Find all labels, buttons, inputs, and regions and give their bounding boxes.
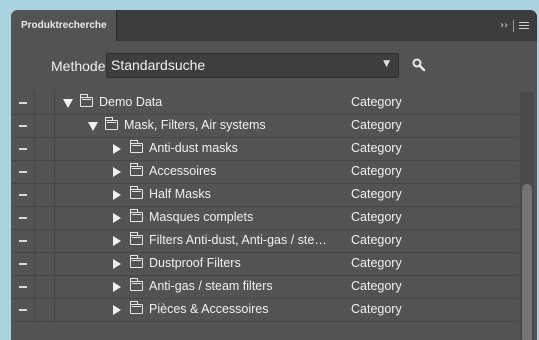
tree-row-type: Category [351, 164, 402, 178]
collapsed-triangle-icon[interactable] [113, 144, 121, 154]
row-remove-toggle[interactable] [11, 161, 35, 183]
tree-row[interactable]: Accessoires Category [11, 161, 518, 184]
dropdown-arrow-icon: ▼ [383, 59, 390, 69]
collapsed-triangle-icon[interactable] [113, 190, 121, 200]
expanded-triangle-icon[interactable] [88, 122, 98, 131]
row-remove-toggle[interactable] [11, 92, 35, 114]
row-remove-toggle[interactable] [11, 276, 35, 298]
collapsed-triangle-icon[interactable] [113, 167, 121, 177]
tree-row-type: Category [351, 141, 402, 155]
tree-row-type: Category [351, 233, 402, 247]
collapsed-triangle-icon[interactable] [113, 236, 121, 246]
folder-icon [130, 140, 143, 153]
expanded-triangle-icon[interactable] [63, 99, 73, 108]
panel-tab-bar: Produktrecherche ›› [11, 10, 537, 41]
row-checkbox-cell[interactable] [35, 253, 55, 275]
method-label: Methode [51, 58, 106, 74]
row-checkbox-cell[interactable] [35, 184, 55, 206]
folder-icon [130, 163, 143, 176]
tree-row[interactable]: Demo Data Category [11, 92, 518, 115]
hamburger-menu-icon[interactable] [519, 22, 529, 29]
row-checkbox-cell[interactable] [35, 276, 55, 298]
row-checkbox-cell[interactable] [35, 92, 55, 114]
tree-row-name: Anti-gas / steam filters [149, 279, 273, 293]
collapsed-triangle-icon[interactable] [113, 282, 121, 292]
tree-row-name: Demo Data [99, 95, 163, 109]
tree-row-type: Category [351, 302, 402, 316]
tree-row-name: Accessoires [149, 164, 217, 178]
vertical-scrollbar[interactable] [520, 92, 534, 340]
row-remove-toggle[interactable] [11, 184, 35, 206]
method-selected-value: Standardsuche [111, 57, 206, 73]
folder-icon [130, 209, 143, 222]
tree-row-type: Category [351, 210, 402, 224]
tree-row[interactable]: Masques complets Category [11, 207, 518, 230]
row-checkbox-cell[interactable] [35, 207, 55, 229]
tab-produktrecherche[interactable]: Produktrecherche [11, 10, 117, 41]
tree-row-name: Filters Anti-dust, Anti-gas / ste… [149, 233, 327, 247]
row-remove-toggle[interactable] [11, 253, 35, 275]
folder-icon [130, 186, 143, 199]
row-remove-toggle[interactable] [11, 115, 35, 137]
tree-row[interactable]: Pièces & Accessoires Category [11, 299, 518, 322]
category-tree: Demo Data Category Mask, Filters, Air syst… [11, 92, 518, 322]
folder-icon [105, 117, 118, 130]
tree-row[interactable]: Mask, Filters, Air systems Category [11, 115, 518, 138]
method-dropdown[interactable]: Standardsuche ▼ [106, 53, 399, 78]
folder-icon [80, 94, 93, 107]
product-search-panel: Produktrecherche ›› Methode Standardsuch… [11, 10, 537, 340]
folder-icon [130, 278, 143, 291]
panel-controls: ›› [500, 10, 529, 41]
row-checkbox-cell[interactable] [35, 230, 55, 252]
folder-icon [130, 232, 143, 245]
tree-row-name: Anti-dust masks [149, 141, 238, 155]
tree-row-type: Category [351, 118, 402, 132]
tree-row-name: Pièces & Accessoires [149, 302, 269, 316]
tree-row-name: Dustproof Filters [149, 256, 241, 270]
row-remove-toggle[interactable] [11, 138, 35, 160]
collapsed-triangle-icon[interactable] [113, 213, 121, 223]
tree-row-type: Category [351, 279, 402, 293]
tree-row[interactable]: Half Masks Category [11, 184, 518, 207]
tree-row[interactable]: Anti-gas / steam filters Category [11, 276, 518, 299]
tree-row-type: Category [351, 187, 402, 201]
folder-icon [130, 301, 143, 314]
tree-row-name: Half Masks [149, 187, 211, 201]
tree-row[interactable]: Filters Anti-dust, Anti-gas / ste… Catego… [11, 230, 518, 253]
tree-row-type: Category [351, 256, 402, 270]
tree-row-name: Masques complets [149, 210, 254, 224]
row-remove-toggle[interactable] [11, 230, 35, 252]
search-icon[interactable] [411, 57, 427, 73]
row-remove-toggle[interactable] [11, 207, 35, 229]
collapsed-triangle-icon[interactable] [113, 305, 121, 315]
row-checkbox-cell[interactable] [35, 299, 55, 321]
folder-icon [130, 255, 143, 268]
divider [513, 19, 514, 32]
row-checkbox-cell[interactable] [35, 115, 55, 137]
row-checkbox-cell[interactable] [35, 161, 55, 183]
collapse-panel-button[interactable]: ›› [500, 20, 508, 31]
tree-row[interactable]: Anti-dust masks Category [11, 138, 518, 161]
tree-row-type: Category [351, 95, 402, 109]
tree-row-name: Mask, Filters, Air systems [124, 118, 266, 132]
tree-row[interactable]: Dustproof Filters Category [11, 253, 518, 276]
row-remove-toggle[interactable] [11, 299, 35, 321]
collapsed-triangle-icon[interactable] [113, 259, 121, 269]
row-checkbox-cell[interactable] [35, 138, 55, 160]
scrollbar-thumb[interactable] [522, 184, 532, 340]
